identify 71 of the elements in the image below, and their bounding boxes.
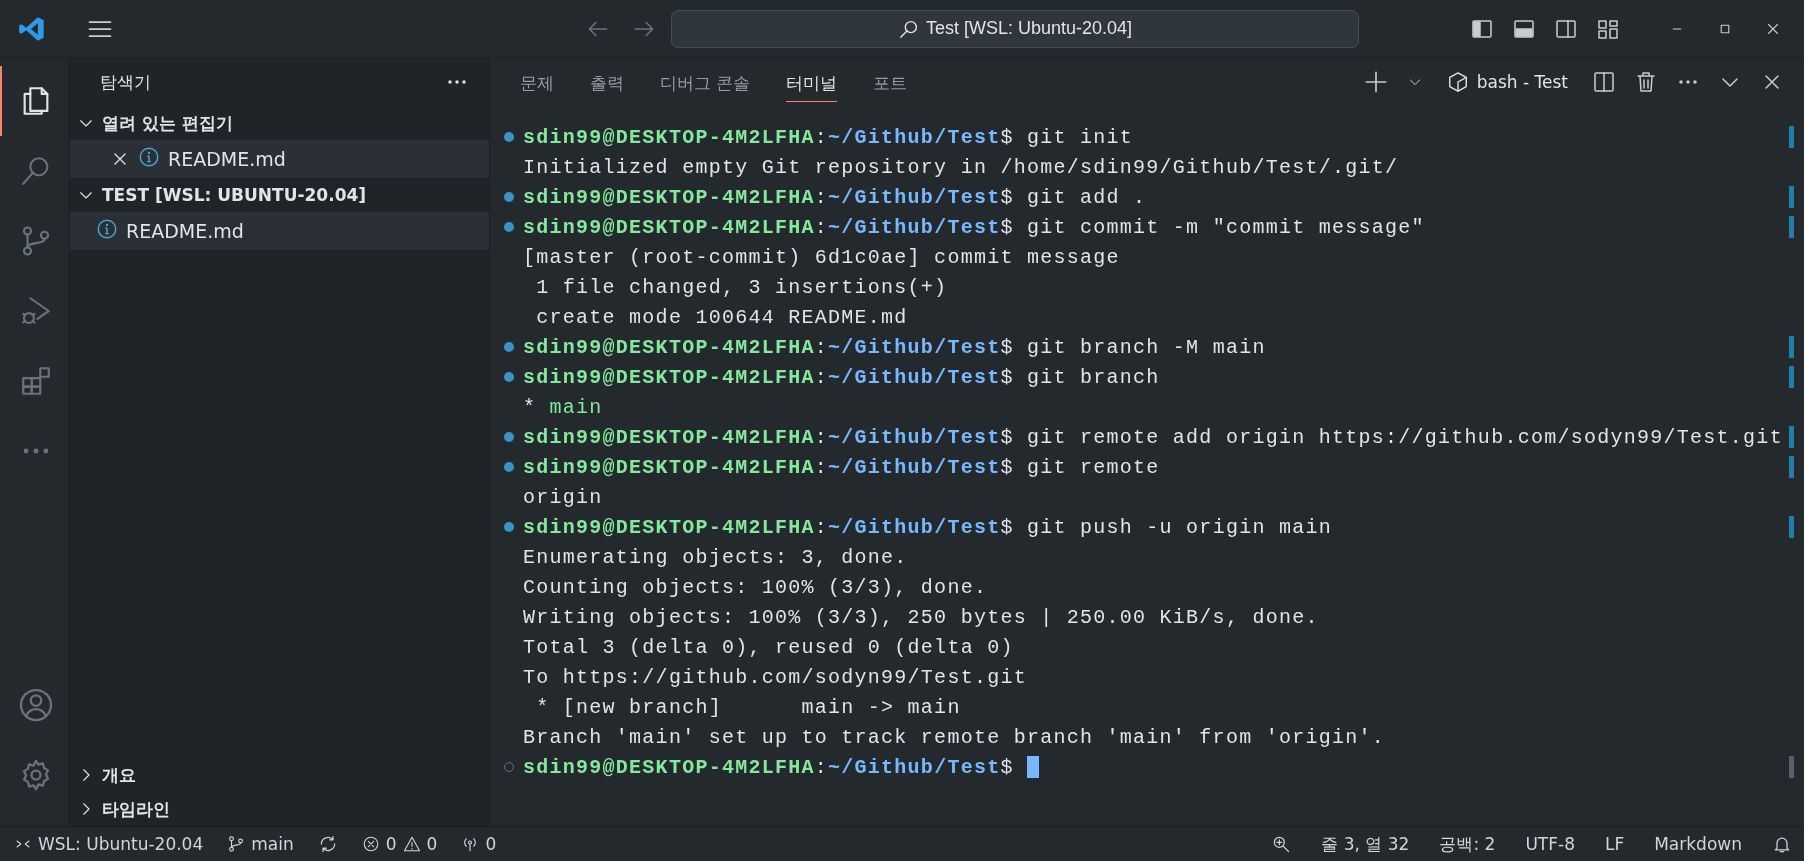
terminal-output: origin — [523, 485, 603, 509]
branch-icon — [227, 835, 246, 853]
command-center[interactable]: Test [WSL: Ubuntu-20.04] — [671, 9, 1359, 48]
terminal-prompt: sdin99@DESKTOP-4M2LFHA:~/Github/Test$ git init — [523, 125, 1134, 149]
command-status-dot[interactable] — [504, 372, 514, 382]
terminal-output: Enumerating objects: 3, done. — [523, 545, 908, 569]
command-status-dot[interactable] — [504, 432, 514, 442]
overview-ruler-mark — [1789, 366, 1794, 388]
terminal-prompt: sdin99@DESKTOP-4M2LFHA:~/Github/Test$ git branch -M main — [523, 335, 1266, 359]
problems-indicator[interactable]: 0 0 — [361, 834, 438, 854]
command-status-dot[interactable] — [504, 222, 514, 232]
terminal-output: Branch 'main' set up to track remote branch 'main' from 'origin'. — [523, 725, 1386, 749]
cursor-position[interactable]: 줄 3, 열 32 — [1321, 832, 1410, 856]
terminal-prompt: sdin99@DESKTOP-4M2LFHA:~/Github/Test$ git remote add origin https://github.com/sodyn99/Test.git — [523, 425, 1783, 449]
overview-ruler-mark — [1789, 336, 1794, 358]
section-header[interactable]: 타임라인 — [102, 797, 170, 821]
overview-ruler-mark — [1789, 456, 1794, 478]
terminal-prompt: sdin99@DESKTOP-4M2LFHA:~/Github/Test$ git add . — [523, 185, 1147, 209]
ports-indicator[interactable]: 0 — [461, 834, 497, 854]
warning-icon — [402, 835, 421, 853]
section-header[interactable]: 개요 — [102, 763, 136, 787]
split-terminal-icon[interactable] — [1592, 70, 1616, 94]
terminal-output: * main — [523, 395, 603, 419]
info-icon — [138, 146, 160, 168]
panel-tab[interactable]: 출력 — [590, 62, 624, 102]
command-status-dot[interactable] — [504, 342, 514, 352]
section-header[interactable]: 열려 있는 편집기 — [102, 111, 233, 135]
terminal-prompt: sdin99@DESKTOP-4M2LFHA:~/Github/Test$ git remote — [523, 455, 1160, 479]
command-status-dot[interactable] — [504, 522, 514, 532]
terminal-output: To https://github.com/sodyn99/Test.git — [523, 665, 1027, 689]
line-ending[interactable]: LF — [1604, 834, 1625, 854]
panel-tab[interactable]: 터미널 — [786, 62, 838, 102]
terminal-output: [master (root-commit) 6d1c0ae] commit message — [523, 245, 1120, 269]
panel-tab[interactable]: 문제 — [520, 62, 554, 102]
command-status-dot[interactable] — [504, 192, 514, 202]
remote-indicator[interactable]: WSL: Ubuntu-20.04 — [14, 834, 204, 854]
file-item[interactable]: README.md — [70, 212, 489, 250]
panel-tab[interactable]: 디버그 콘솔 — [660, 62, 751, 102]
language-mode[interactable]: Markdown — [1654, 834, 1742, 854]
terminal-prompt: sdin99@DESKTOP-4M2LFHA:~/Github/Test$ — [523, 755, 1014, 779]
terminal-selector[interactable]: bash - Test — [1440, 70, 1574, 94]
overview-ruler-mark — [1789, 216, 1794, 238]
branch-indicator[interactable]: main — [227, 834, 294, 854]
sidebar-title: 탐색기 — [100, 70, 151, 94]
overview-ruler-mark — [1789, 426, 1794, 448]
section-header[interactable]: TEST [WSL: UBUNTU-20.04] — [102, 185, 367, 205]
account-icon[interactable] — [17, 687, 54, 723]
indentation[interactable]: 공백: 2 — [1439, 832, 1496, 856]
terminal-output: * [new branch] main -> main — [535, 695, 961, 719]
overview-ruler-mark — [1789, 126, 1794, 148]
terminal-prompt: sdin99@DESKTOP-4M2LFHA:~/Github/Test$ git commit -m "commit message" — [523, 215, 1425, 239]
terminal-output: 1 file changed, 3 insertions(+) — [535, 275, 948, 299]
command-status-dot[interactable] — [504, 132, 514, 142]
overview-ruler-mark — [1789, 756, 1794, 778]
command-status-dot[interactable] — [504, 462, 514, 472]
error-icon — [361, 835, 380, 853]
terminal-output: create mode 100644 README.md — [535, 305, 908, 329]
encoding[interactable]: UTF-8 — [1525, 834, 1575, 854]
terminal-prompt: sdin99@DESKTOP-4M2LFHA:~/Github/Test$ git branch — [523, 365, 1160, 389]
zoom-icon[interactable] — [1271, 834, 1292, 854]
info-icon — [96, 218, 118, 240]
overview-ruler-mark — [1789, 186, 1794, 208]
terminal-output: Writing objects: 100% (3/3), 250 bytes | 250.00 KiB/s, done. — [523, 605, 1319, 629]
terminal-output: Counting objects: 100% (3/3), done. — [523, 575, 988, 599]
terminal-prompt: sdin99@DESKTOP-4M2LFHA:~/Github/Test$ git push -u origin main — [523, 515, 1332, 539]
trash-icon[interactable] — [1634, 70, 1658, 94]
terminal-output: Initialized empty Git repository in /home/sdin99/Github/Test/.git/ — [523, 155, 1399, 179]
terminal-output: Total 3 (delta 0), reused 0 (delta 0) — [523, 635, 1014, 659]
overview-ruler-mark — [1789, 516, 1794, 538]
panel-tab[interactable]: 포트 — [873, 62, 908, 102]
file-item[interactable]: README.md — [70, 140, 489, 178]
